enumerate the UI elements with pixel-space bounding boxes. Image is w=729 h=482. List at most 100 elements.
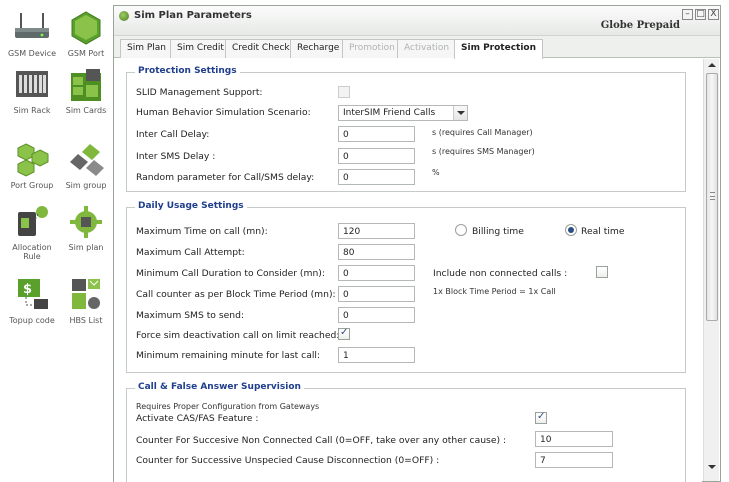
- svg-text:$: $: [23, 282, 32, 297]
- include-non-connected-checkbox[interactable]: [596, 266, 608, 278]
- launcher-label: Sim plan: [68, 243, 104, 252]
- cas-fas-legend: Call & False Answer Supervision: [135, 382, 304, 392]
- chevron-down-icon[interactable]: [453, 106, 467, 120]
- scroll-thumb[interactable]: [706, 73, 718, 321]
- block-counter-input[interactable]: 0: [338, 286, 415, 302]
- hbs-scenario-label: Human Behavior Simulation Scenario:: [136, 107, 311, 118]
- hbs-scenario-select[interactable]: InterSIM Friend Calls: [338, 105, 468, 121]
- random-param-label: Random parameter for Call/SMS delay:: [136, 172, 315, 183]
- launcher-label: Allocation Rule: [12, 243, 52, 261]
- block-counter-label: Call counter as per Block Time Period (m…: [136, 289, 336, 300]
- tab-sim-protection[interactable]: Sim Protection: [454, 39, 544, 59]
- daily-usage-legend: Daily Usage Settings: [135, 201, 247, 211]
- launcher-label: Sim Rack: [13, 106, 51, 115]
- billing-time-label: Billing time: [472, 226, 524, 237]
- include-non-connected-label: Include non connected calls :: [433, 268, 568, 279]
- tab-sim-plan[interactable]: Sim Plan: [120, 39, 173, 58]
- slid-checkbox: [338, 86, 350, 98]
- sim-plan-icon: [119, 11, 129, 21]
- launcher-allocation-rule[interactable]: Allocation Rule: [4, 204, 60, 261]
- launcher-label: GSM Port: [67, 49, 105, 58]
- grip-icon: [710, 192, 715, 200]
- launcher-sim-cards[interactable]: Sim Cards: [58, 67, 114, 115]
- force-deactivation-checkbox[interactable]: [338, 327, 350, 340]
- random-param-input[interactable]: 0: [338, 169, 415, 185]
- max-time-input[interactable]: 120: [338, 223, 415, 239]
- allocation-rule-icon: [12, 204, 52, 240]
- launcher-port-group[interactable]: Port Group: [4, 142, 60, 190]
- tab-recharge[interactable]: Recharge: [290, 39, 347, 58]
- hbs-list-icon: [66, 277, 106, 313]
- launcher-hbs-list[interactable]: HBS List: [58, 277, 114, 325]
- launcher-label: Sim group: [65, 181, 107, 190]
- inter-sms-delay-label: Inter SMS Delay :: [136, 151, 216, 162]
- tab-bar: Sim Plan Sim Credit Credit Check Recharg…: [114, 36, 720, 59]
- launcher-label: Sim Cards: [65, 106, 107, 115]
- launcher-label: GSM Device: [7, 49, 57, 58]
- force-deactivation-label: Force sim deactivation call on limit rea…: [136, 330, 340, 341]
- max-attempt-label: Maximum Call Attempt:: [136, 247, 245, 258]
- inter-call-delay-label: Inter Call Delay:: [136, 129, 210, 140]
- sim-plan-parameters-window: Sim Plan Parameters Globe Prepaid – □ X …: [113, 5, 721, 482]
- launcher-sim-plan[interactable]: Sim plan: [58, 204, 114, 252]
- sim-plan-icon: [66, 204, 106, 240]
- tab-activation: Activation: [397, 39, 457, 58]
- non-connected-counter-input[interactable]: 10: [535, 431, 613, 447]
- hbs-scenario-value: InterSIM Friend Calls: [343, 108, 436, 118]
- max-sms-label: Maximum SMS to send:: [136, 310, 245, 321]
- unspecified-counter-input[interactable]: 7: [535, 452, 613, 468]
- real-time-label: Real time: [581, 226, 625, 237]
- launcher-label: Topup code: [9, 316, 55, 325]
- non-connected-counter-label: Counter For Succesive Non Connected Call…: [136, 435, 507, 446]
- random-param-note: %: [432, 168, 440, 177]
- min-remaining-input[interactable]: 1: [338, 347, 415, 363]
- unspecified-counter-label: Counter for Successive Unspecied Cause D…: [136, 455, 440, 466]
- sim-rack-icon: [12, 67, 52, 103]
- launcher-panel: GSM Device GSM Port Sim Rack Sim Cards P…: [0, 0, 112, 482]
- scroll-up-arrow-icon[interactable]: [708, 63, 716, 67]
- min-duration-label: Minimum Call Duration to Consider (mn):: [136, 268, 325, 279]
- activate-cas-fas-checkbox[interactable]: [535, 411, 547, 424]
- launcher-sim-group[interactable]: Sim group: [58, 142, 114, 190]
- scroll-down-arrow-icon[interactable]: [708, 465, 716, 469]
- vertical-scrollbar[interactable]: [703, 59, 719, 481]
- tab-sim-credit[interactable]: Sim Credit: [170, 39, 231, 58]
- tab-credit-check[interactable]: Credit Check: [225, 39, 297, 58]
- launcher-gsm-port[interactable]: GSM Port: [58, 10, 114, 58]
- min-remaining-label: Minimum remaining minute for last call:: [136, 350, 321, 361]
- cas-fas-requires-note: Requires Proper Configuration from Gatew…: [136, 402, 320, 411]
- minimize-button[interactable]: –: [682, 9, 693, 20]
- launcher-label: Port Group: [10, 181, 54, 190]
- close-button[interactable]: X: [708, 9, 719, 20]
- protection-settings-legend: Protection Settings: [135, 66, 240, 76]
- port-group-icon: [12, 142, 52, 178]
- tab-content: Protection Settings SLID Management Supp…: [114, 59, 702, 482]
- window-subtitle: Globe Prepaid: [600, 20, 680, 31]
- window-title: Sim Plan Parameters: [134, 10, 252, 21]
- launcher-gsm-device[interactable]: GSM Device: [4, 10, 60, 58]
- inter-sms-delay-input[interactable]: 0: [338, 148, 415, 164]
- topup-code-icon: $: [12, 277, 52, 313]
- block-counter-note: 1x Block Time Period = 1x Call: [433, 287, 556, 296]
- sim-group-icon: [66, 142, 106, 178]
- window-titlebar[interactable]: Sim Plan Parameters Globe Prepaid – □ X: [114, 6, 720, 36]
- inter-call-delay-note: s (requires Call Manager): [432, 128, 533, 137]
- max-attempt-input[interactable]: 80: [338, 244, 415, 260]
- launcher-topup-code[interactable]: $ Topup code: [4, 277, 60, 325]
- inter-sms-delay-note: s (requires SMS Manager): [432, 147, 535, 156]
- launcher-label: HBS List: [69, 316, 103, 325]
- activate-cas-fas-label: Activate CAS/FAS Feature :: [136, 413, 259, 424]
- min-duration-input[interactable]: 0: [338, 265, 415, 281]
- max-time-label: Maximum Time on call (mn):: [136, 226, 268, 237]
- billing-time-radio[interactable]: [455, 224, 467, 236]
- maximize-button[interactable]: □: [695, 9, 706, 20]
- gsm-device-icon: [12, 10, 52, 46]
- launcher-sim-rack[interactable]: Sim Rack: [4, 67, 60, 115]
- gsm-port-icon: [66, 10, 106, 46]
- slid-label: SLID Management Support:: [136, 87, 263, 98]
- max-sms-input[interactable]: 0: [338, 307, 415, 323]
- inter-call-delay-input[interactable]: 0: [338, 126, 415, 142]
- tab-promotion: Promotion: [342, 39, 402, 58]
- real-time-radio[interactable]: [565, 224, 577, 236]
- sim-cards-icon: [66, 67, 106, 103]
